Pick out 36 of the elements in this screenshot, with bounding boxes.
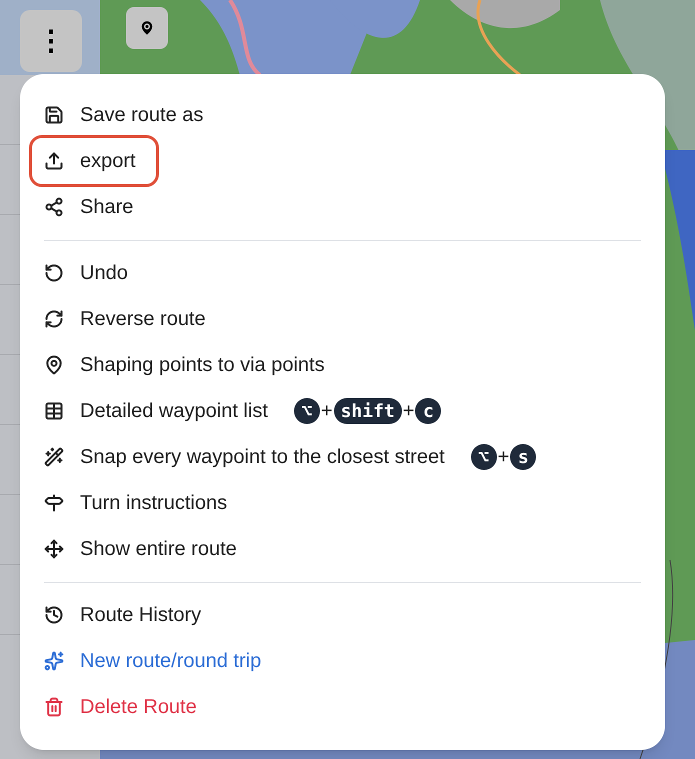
refresh-icon bbox=[44, 309, 64, 329]
plus-sign: + bbox=[320, 399, 333, 424]
plus-sign: + bbox=[498, 445, 510, 470]
map-pin-icon bbox=[44, 355, 64, 375]
key-cap: shift bbox=[334, 398, 402, 424]
trash-icon bbox=[44, 697, 64, 717]
menu-item[interactable]: Delete Route bbox=[32, 684, 217, 730]
undo-icon bbox=[44, 263, 64, 283]
upload-icon bbox=[44, 151, 64, 171]
key-cap: c bbox=[415, 398, 442, 424]
menu-item[interactable]: Turn instructions bbox=[32, 480, 248, 526]
move-icon bbox=[44, 539, 64, 559]
history-icon bbox=[44, 605, 64, 625]
menu-item[interactable]: New route/round trip bbox=[32, 638, 282, 684]
key-cap: s bbox=[510, 444, 536, 470]
table-icon bbox=[44, 401, 64, 421]
menu-item[interactable]: Reverse route bbox=[32, 296, 226, 342]
menu-item[interactable]: Share bbox=[32, 184, 154, 230]
sparkles-icon bbox=[44, 651, 64, 671]
share-icon bbox=[44, 197, 64, 217]
menu-item[interactable]: Save route as bbox=[32, 92, 224, 138]
menu-item[interactable]: Shaping points to via points bbox=[32, 342, 345, 388]
menu-item[interactable]: Show entire route bbox=[32, 526, 257, 572]
menu-item[interactable]: Detailed waypoint list ⌥ + shift + c bbox=[32, 388, 462, 434]
magic-wand-icon bbox=[44, 447, 64, 467]
more-options-button[interactable]: ⋮ bbox=[20, 10, 82, 72]
menu-item[interactable]: Snap every waypoint to the closest street ⌥ + s bbox=[32, 434, 556, 480]
key-cap: ⌥ bbox=[294, 398, 320, 424]
menu-item[interactable]: Route History bbox=[32, 592, 222, 638]
key-cap: ⌥ bbox=[470, 444, 497, 470]
signpost-icon bbox=[44, 493, 64, 513]
menu-item[interactable]: Undo bbox=[32, 250, 148, 296]
plus-sign: + bbox=[402, 399, 414, 424]
menu-item[interactable]: export bbox=[32, 138, 156, 184]
pin-button[interactable] bbox=[126, 7, 168, 49]
save-icon bbox=[44, 105, 64, 125]
